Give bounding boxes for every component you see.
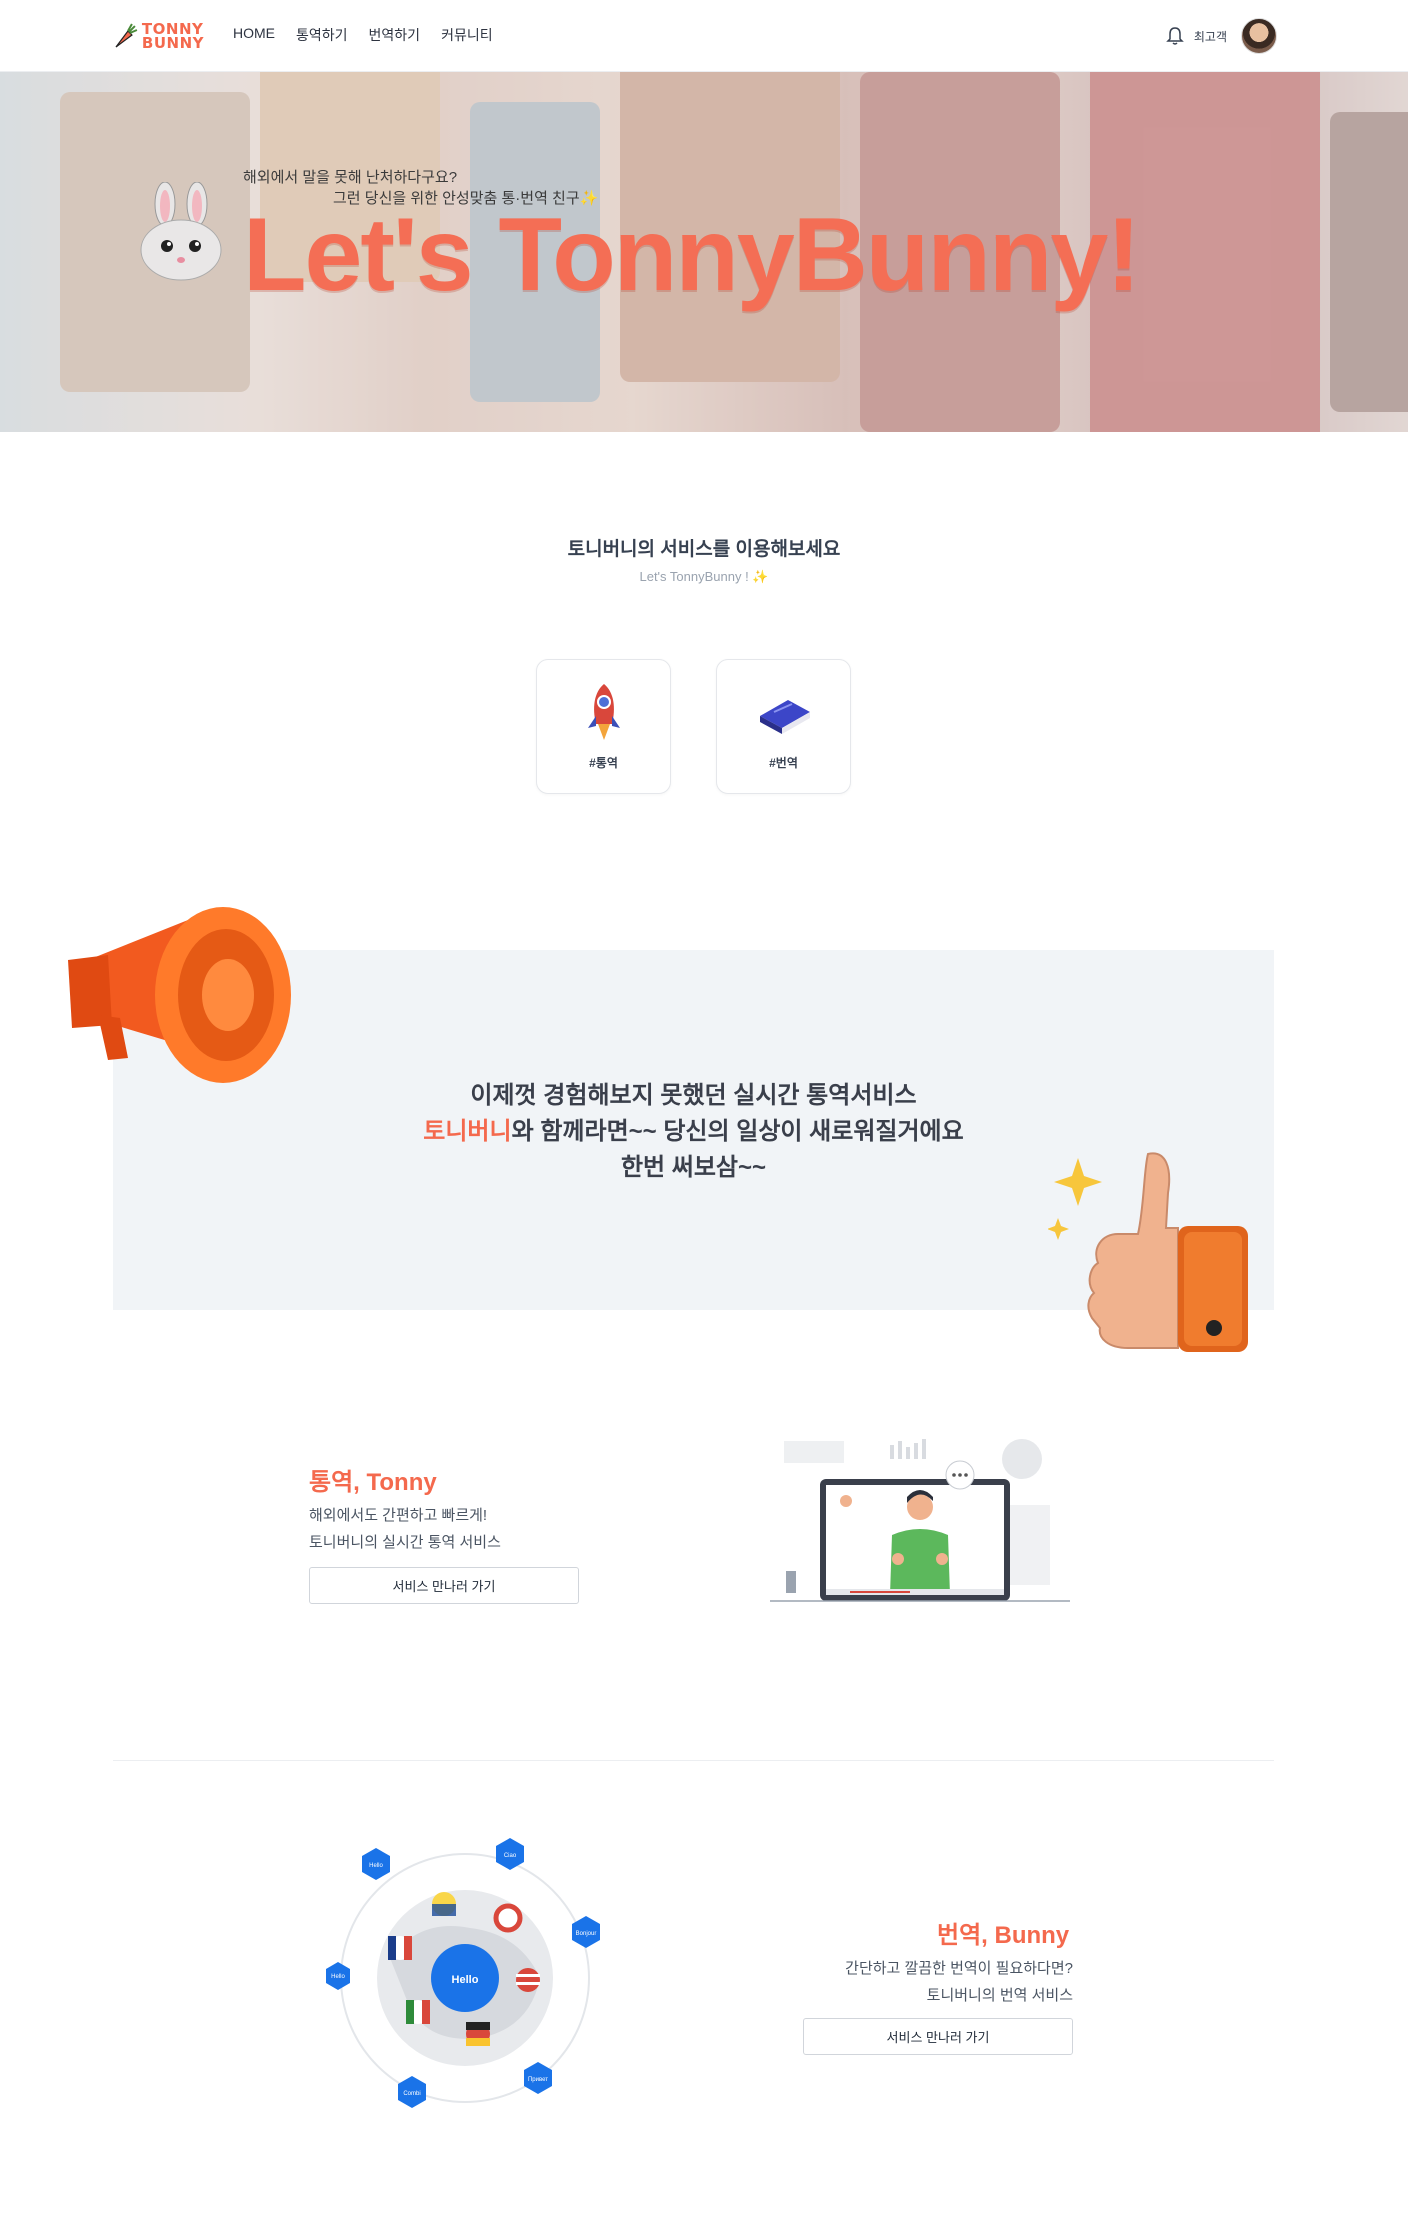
feature-interpret-title: 통역, Tonny — [309, 1469, 437, 1496]
top-navbar: TONNY BUNNY HOME 통역하기 번역하기 커뮤니티 최고객 — [0, 0, 1408, 72]
globe-center-label: Hello — [452, 1974, 479, 1986]
book-icon — [717, 682, 850, 742]
carrot-icon — [115, 23, 138, 48]
megaphone-icon — [68, 907, 291, 1083]
feature-interpret-desc2: 토니버니의 실시간 통역 서비스 — [309, 1534, 501, 1551]
logo-text: TONNY BUNNY — [141, 22, 204, 52]
feature-interpret-desc1: 해외에서도 간편하고 빠르게! — [309, 1507, 488, 1524]
globe-word-hello-2: Hello — [331, 1974, 345, 1980]
nav-item-translate[interactable]: 번역하기 — [369, 25, 421, 45]
thumbs-up-icon — [1048, 1152, 1248, 1352]
hero-line1: 해외에서 말을 못해 난처하다구요? — [243, 169, 458, 186]
service-card-label: #통역 — [589, 756, 618, 770]
nav-item-interpret[interactable]: 통역하기 — [296, 25, 348, 45]
interpret-service-button[interactable]: 서비스 만나러 가기 — [309, 1567, 579, 1604]
bunny-emoji-icon — [140, 182, 222, 281]
globe-word-bonjour: Bonjour — [576, 1931, 597, 1937]
globe-word-ciao: Ciao — [504, 1853, 517, 1859]
globe-word-privet: Привет — [528, 2077, 548, 2083]
bell-icon[interactable] — [1166, 26, 1184, 46]
services-subtitle: Let's TonnyBunny ! ✨ — [639, 569, 769, 584]
translate-service-button[interactable]: 서비스 만나러 가기 — [803, 2018, 1073, 2055]
feature-translate-title: 번역, Bunny — [937, 1922, 1070, 1949]
feature-translate-desc2: 토니버니의 번역 서비스 — [926, 1987, 1073, 2004]
nav-item-community[interactable]: 커뮤니티 — [441, 25, 493, 45]
service-card-label: #번역 — [769, 756, 798, 770]
feature-interpret-desc: 해외에서도 간편하고 빠르게! 토니버니의 실시간 통역 서비스 — [309, 1502, 501, 1556]
logo[interactable]: TONNY BUNNY — [112, 18, 204, 54]
user-name[interactable]: 최고객 — [1194, 28, 1227, 45]
nav-item-home[interactable]: HOME — [233, 25, 275, 45]
services-title: 토니버니의 서비스를 이용해보세요 — [567, 539, 841, 560]
globe-word-combi: Combi — [403, 2091, 420, 2097]
rocket-icon — [537, 682, 670, 742]
promo-line2-rest: 와 함께라면~~ 당신의 일상이 새로워질거에요 — [511, 1118, 964, 1145]
promo-highlight: 토니버니 — [423, 1118, 512, 1145]
nav-menu: HOME 통역하기 번역하기 커뮤니티 — [233, 25, 493, 45]
globe-translate-illustration: Hello Hello Ciao Bonjour Hello Привет Co… — [326, 1838, 600, 2108]
section-divider — [113, 1760, 1274, 1761]
avatar[interactable] — [1241, 18, 1277, 54]
hero-title: Let's TonnyBunny! — [243, 197, 1141, 313]
globe-word-hello-1: Hello — [369, 1863, 383, 1869]
feature-translate-desc1: 간단하고 깔끔한 번역이 필요하다면? — [845, 1960, 1073, 1977]
hero-banner: 해외에서 말을 못해 난처하다구요? 그런 당신을 위한 안성맞춤 통·번역 친… — [0, 72, 1408, 432]
service-card-interpret[interactable]: #통역 — [536, 659, 671, 794]
video-call-illustration — [770, 1439, 1070, 1602]
service-card-translate[interactable]: #번역 — [716, 659, 851, 794]
nav-user-area: 최고객 — [1166, 18, 1277, 54]
logo-line2: BUNNY — [141, 34, 204, 52]
feature-translate-desc: 간단하고 깔끔한 번역이 필요하다면? 토니버니의 번역 서비스 — [803, 1955, 1073, 2009]
promo-line2: 토니버니와 함께라면~~ 당신의 일상이 새로워질거에요 — [113, 1114, 1274, 1150]
